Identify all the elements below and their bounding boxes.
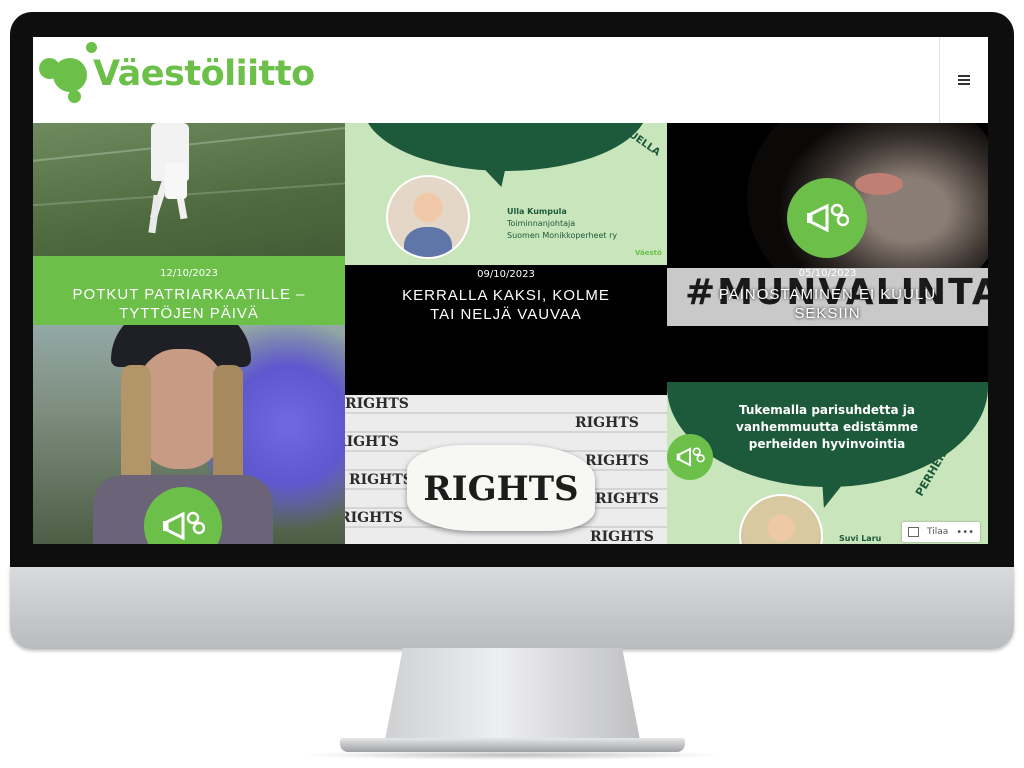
post-date: 09/10/2023 [477,269,535,280]
person-organization: Suomen Monikkoperheet ry [507,231,618,240]
football-players-photo [33,123,345,256]
avatar [739,494,823,544]
post-title[interactable]: KERRALLA KAKSI, KOLME TAI NELJÄ VAUVAA [345,286,667,324]
more-options-icon[interactable]: ••• [956,527,974,538]
post-tile-4[interactable] [33,325,345,544]
megaphone-icon [787,178,867,258]
graphic-text: Tukemalla parisuhdetta ja vanhemmuutta e… [736,403,918,451]
monitor-stand-neck [385,648,640,740]
person-name: Suvi Laru [839,534,882,543]
post-tile-5[interactable]: RIGHTS RIGHTS RIGHTS RIGHTS RIGHTS RIGHT… [345,395,667,544]
monitor-chin [10,567,1014,649]
post-caption: 05/10/2023 PAINOSTAMINEN EI KUULU SEKSII… [667,268,988,323]
person-role: Toiminnanjohtaja [507,219,576,228]
post-title[interactable]: POTKUT PATRIARKAATILLE – TYTTÖJEN PÄIVÄ [33,285,345,323]
post-date: 05/10/2023 [798,268,857,279]
follow-button[interactable]: Tilaa [927,527,948,537]
speech-bubble-graphic: PE ... UELLA Ulla Kumpula Toiminnanjohta… [345,123,667,265]
hamburger-menu-icon[interactable] [958,75,970,85]
megaphone-icon [667,434,713,480]
post-tile-6[interactable]: Tukemalla parisuhdetta ja vanhemmuutta e… [667,382,988,544]
post-tile-3[interactable]: #MUNVALINTA 05/10/2023 PAINOSTAMINEN EI … [667,123,988,382]
vaestoliitto-logo-icon[interactable] [39,42,99,104]
post-caption: 12/10/2023 POTKUT PATRIARKAATILLE – TYTT… [33,268,345,323]
rights-headline: RIGHTS [423,469,579,509]
post-date: 12/10/2023 [160,268,218,279]
monitor-stand-foot [340,738,685,752]
follow-widget[interactable]: Tilaa ••• [902,522,980,542]
screen: Väestöliitto 12/10/2023 POTKUT PATRIARKA… [33,37,988,544]
reader-icon [908,527,919,537]
post-tile-2[interactable]: PE ... UELLA Ulla Kumpula Toiminnanjohta… [345,123,667,395]
vaestoliitto-small-logo: Väestö [635,249,662,257]
post-caption: 09/10/2023 KERRALLA KAKSI, KOLME TAI NEL… [345,269,667,324]
menu-button[interactable] [939,37,988,123]
post-tile-1[interactable]: 12/10/2023 POTKUT PATRIARKAATILLE – TYTT… [33,123,345,325]
post-title[interactable]: PAINOSTAMINEN EI KUULU SEKSIIN [667,285,988,323]
avatar [386,175,470,259]
site-header: Väestöliitto [33,37,988,123]
person-name: Ulla Kumpula [507,207,567,216]
site-title[interactable]: Väestöliitto [93,54,315,94]
